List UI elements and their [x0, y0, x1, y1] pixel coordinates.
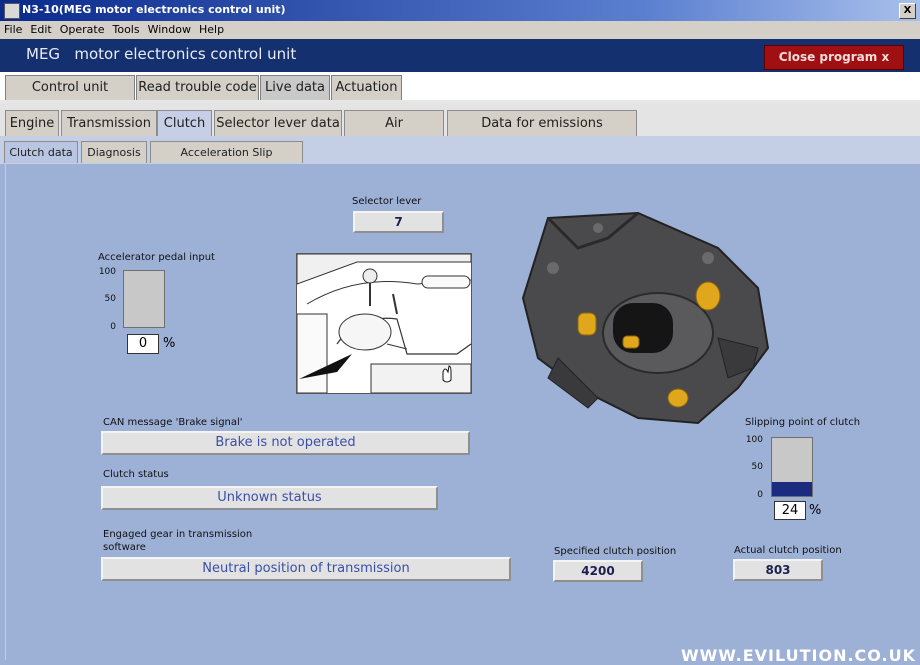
clutch-status-label: Clutch status: [103, 469, 169, 480]
tab-transmission[interactable]: Transmission: [61, 110, 157, 137]
live-data-panel: [5, 164, 916, 660]
tab-air-conditioning[interactable]: Air conditioning: [344, 110, 444, 157]
menu-help[interactable]: Help: [195, 21, 228, 38]
accelerator-tick-100: 100: [98, 267, 116, 277]
slipping-tick-100: 100: [745, 435, 763, 445]
brake-signal-value: Brake is not operated: [101, 431, 470, 455]
engaged-gear-value: Neutral position of transmission: [101, 557, 511, 581]
menu-tools[interactable]: Tools: [109, 21, 144, 38]
tab-live-data[interactable]: Live data: [260, 75, 330, 100]
tab-clutch[interactable]: Clutch: [157, 110, 212, 137]
slipping-tick-50: 50: [751, 462, 763, 472]
accelerator-tick-0: 0: [110, 322, 116, 332]
clutch-status-value: Unknown status: [101, 486, 438, 510]
accelerator-value: 0: [127, 334, 159, 354]
menu-window[interactable]: Window: [144, 21, 195, 38]
selector-lever-value: 7: [353, 211, 444, 233]
app-title: MEG motor electronics control unit: [26, 45, 297, 63]
actual-clutch-position-label: Actual clutch position: [734, 545, 842, 556]
slipping-point-label: Slipping point of clutch: [745, 417, 861, 428]
selector-lever-label: Selector lever: [352, 196, 422, 207]
tab-acceleration-slip-regulation[interactable]: Acceleration Slip Regulation: [150, 141, 303, 180]
actual-clutch-position-value: 803: [733, 559, 823, 581]
slipping-point-gauge-fill: [772, 482, 812, 496]
menu-file[interactable]: File: [0, 21, 26, 38]
tab-actuation[interactable]: Actuation: [331, 75, 402, 100]
menu-operate[interactable]: Operate: [56, 21, 109, 38]
close-program-button[interactable]: Close program x: [764, 45, 904, 70]
menu-bar: File Edit Operate Tools Window Help: [0, 21, 920, 39]
specified-clutch-position-label: Specified clutch position: [554, 546, 677, 557]
tab-control-unit-version[interactable]: Control unit version: [5, 75, 135, 118]
watermark: WWW.EVILUTION.CO.UK: [681, 646, 916, 665]
tab-engine[interactable]: Engine: [5, 110, 59, 137]
window-title: N3-10(MEG motor electronics control unit…: [22, 3, 286, 16]
clutch-tab-bar: Clutch data Diagnosis Acceleration Slip …: [0, 136, 920, 180]
main-tab-bar: Control unit version Read trouble code L…: [0, 72, 920, 118]
brake-signal-label: CAN message 'Brake signal': [103, 417, 243, 428]
specified-clutch-position-value: 4200: [553, 560, 643, 582]
slipping-point-value: 24: [774, 501, 806, 520]
menu-edit[interactable]: Edit: [26, 21, 55, 38]
tab-data-for-emissions-inspection[interactable]: Data for emissions inspection: [447, 110, 637, 157]
engaged-gear-label: Engaged gear in transmission software: [103, 529, 253, 553]
accelerator-unit: %: [163, 336, 176, 351]
accelerator-gauge: [123, 270, 165, 328]
accelerator-tick-50: 50: [104, 294, 116, 304]
slipping-tick-0: 0: [757, 490, 763, 500]
tab-selector-lever-data[interactable]: Selector lever data: [214, 110, 342, 137]
window-close-button[interactable]: X: [899, 3, 916, 19]
tab-read-trouble-code[interactable]: Read trouble code: [136, 75, 259, 100]
tab-clutch-data[interactable]: Clutch data: [4, 141, 78, 163]
accelerator-pedal-label: Accelerator pedal input: [98, 252, 215, 263]
selector-lever-illustration: [296, 253, 472, 394]
transmission-image: [518, 208, 773, 430]
app-icon: [4, 3, 20, 19]
slipping-point-gauge: [771, 437, 813, 497]
tab-diagnosis[interactable]: Diagnosis: [81, 141, 147, 163]
sub-tab-bar: Engine Transmission Clutch Selector leve…: [0, 103, 920, 157]
slipping-point-unit: %: [809, 503, 822, 518]
title-bar: N3-10(MEG motor electronics control unit…: [0, 0, 920, 21]
